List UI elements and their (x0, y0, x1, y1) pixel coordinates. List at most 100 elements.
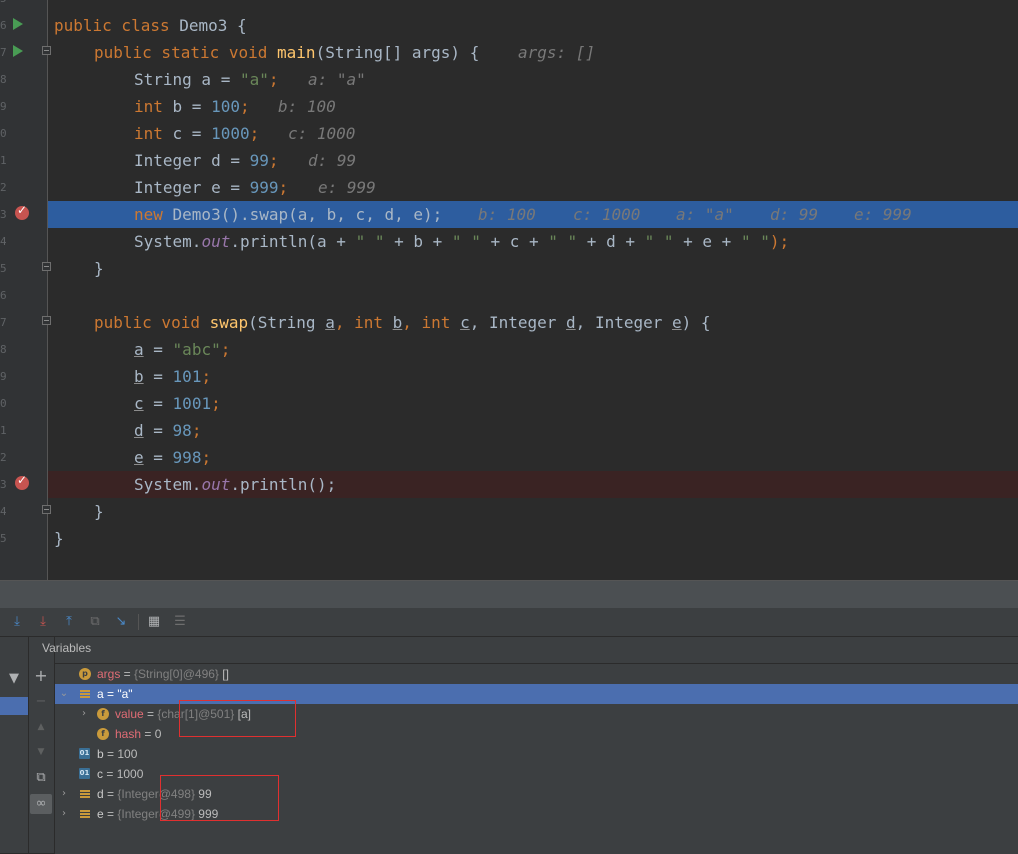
number-literal: 998 (172, 448, 202, 467)
semicolon: ; (201, 367, 212, 386)
code-line[interactable]: c = 1001; (48, 390, 1018, 417)
move-down-icon[interactable]: ▼ (30, 742, 52, 762)
code-text: , (334, 313, 355, 332)
expand-arrow-icon[interactable]: › (79, 704, 89, 724)
object-icon (79, 808, 91, 820)
code-text: Integer e = (134, 178, 250, 197)
variables-tree[interactable]: p args = {String[0]@496} [] ⌄ a = "a" › … (55, 663, 1018, 854)
primitive-icon: 01 (79, 768, 90, 779)
code-line[interactable]: d = 98; (48, 417, 1018, 444)
line-number: 5 (0, 0, 6, 5)
variable-value: "a" (117, 687, 133, 701)
parameter-icon: p (79, 668, 91, 680)
code-text: } (94, 259, 104, 278)
code-line[interactable]: e = 998; (48, 444, 1018, 471)
copy-icon[interactable]: ⧉ (30, 768, 52, 788)
line-number: 4 (0, 505, 6, 518)
code-text: ); (769, 232, 790, 251)
code-text: Demo3().swap(a, b, c, d, e); (172, 205, 443, 224)
move-up-icon[interactable]: ▲ (30, 717, 52, 737)
static-field: out (201, 232, 231, 251)
variable-name: a (97, 687, 104, 701)
keyword: public class (54, 16, 180, 35)
run-to-cursor-icon[interactable]: ↘ (112, 613, 130, 631)
inline-debug-value: c: 1000 (288, 124, 356, 143)
breakpoint-icon[interactable] (15, 473, 29, 490)
breakpoint-line[interactable]: System.out.println(); (48, 471, 1018, 498)
code-line[interactable]: b = 101; (48, 363, 1018, 390)
code-editor[interactable]: 5 6 7 8 9 0 1 2 3 4 5 6 7 8 9 0 1 2 3 4 … (0, 0, 1018, 580)
code-line[interactable]: String a = "a"; a: "a" (48, 66, 1018, 93)
code-text: ) { (681, 313, 711, 332)
string-literal: " " (740, 232, 770, 251)
collapse-arrow-icon[interactable]: ⌄ (59, 684, 69, 704)
code-text: Integer d = (134, 151, 250, 170)
variable-name: b (97, 747, 104, 761)
inline-debug-value: c: 1000 (573, 205, 641, 224)
keyword: new (134, 205, 173, 224)
code-line[interactable]: public static void main(String[] args) {… (48, 39, 1018, 66)
code-line[interactable]: Integer d = 99; d: 99 (48, 147, 1018, 174)
variable-name: d (97, 787, 104, 801)
step-out-icon[interactable]: ⤒ (60, 613, 78, 631)
editor-gutter[interactable]: 5 6 7 8 9 0 1 2 3 4 5 6 7 8 9 0 1 2 3 4 … (0, 0, 51, 580)
code-line[interactable]: } (48, 498, 1018, 525)
code-line[interactable]: int c = 1000; c: 1000 (48, 120, 1018, 147)
variable-type: {String[0]@496} (134, 667, 219, 681)
line-number: 5 (0, 262, 6, 275)
code-text: c = (172, 124, 212, 143)
variable-row[interactable]: p args = {String[0]@496} [] (55, 664, 1018, 684)
annotation-box (179, 700, 296, 737)
trace-icon[interactable]: ☰ (171, 613, 189, 631)
filter-icon[interactable]: ▼ (3, 669, 25, 689)
semicolon: ; (268, 70, 279, 89)
selected-frame-marker[interactable] (0, 697, 28, 715)
code-text: (String[] args) { (315, 43, 480, 62)
code-line[interactable]: a = "abc"; (48, 336, 1018, 363)
step-into-icon[interactable]: ⤓ (8, 613, 26, 631)
debugger-toolbar: ⤓ ⤓ ⤒ ⧉ ↘ ▦ ☰ (0, 608, 1018, 637)
semicolon: ; (220, 340, 231, 359)
line-number: 0 (0, 127, 6, 140)
code-line[interactable]: public class Demo3 { (48, 12, 1018, 39)
inline-debug-value: d: 99 (308, 151, 357, 170)
show-watches-icon[interactable]: ∞ (30, 794, 52, 814)
remove-watch-icon[interactable]: − (30, 692, 52, 712)
evaluate-expression-icon[interactable]: ▦ (145, 613, 163, 631)
drop-frame-icon[interactable]: ⧉ (86, 613, 104, 631)
line-number: 8 (0, 343, 6, 356)
add-watch-icon[interactable]: + (30, 666, 52, 686)
line-number: 8 (0, 73, 6, 86)
code-line[interactable]: System.out.println(a + " " + b + " " + c… (48, 228, 1018, 255)
current-execution-line[interactable]: new Demo3().swap(a, b, c, d, e); b: 100 … (48, 201, 1018, 228)
code-text: String a = (134, 70, 240, 89)
code-text: + d + (577, 232, 645, 251)
code-line[interactable]: Integer e = 999; e: 999 (48, 174, 1018, 201)
code-line[interactable]: public void swap(String a, int b, int c,… (48, 309, 1018, 336)
expand-arrow-icon[interactable]: › (59, 784, 69, 804)
variable-row[interactable]: 01 b = 100 (55, 744, 1018, 764)
run-class-icon[interactable] (13, 18, 23, 30)
string-literal: " " (548, 232, 578, 251)
keyword: int (134, 97, 173, 116)
class-name: Demo3 { (179, 16, 247, 35)
code-line[interactable]: } (48, 255, 1018, 282)
variables-toolbar: + − ▲ ▼ ⧉ ∞ (29, 637, 55, 853)
parameter: d (134, 421, 144, 440)
code-text: } (54, 529, 64, 548)
method-name: swap (209, 313, 249, 332)
code-text: , Integer (575, 313, 672, 332)
run-main-icon[interactable] (13, 45, 23, 57)
variables-panel-title: Variables (42, 641, 92, 655)
expand-arrow-icon[interactable]: › (59, 804, 69, 824)
breakpoint-icon[interactable] (15, 203, 29, 220)
code-line[interactable]: } (48, 525, 1018, 552)
keyword: int (354, 313, 393, 332)
parameter: a (325, 313, 335, 332)
variable-value: 1000 (116, 767, 144, 781)
number-literal: 101 (172, 367, 202, 386)
object-icon (79, 788, 91, 800)
variable-value: 0 (154, 727, 162, 741)
force-step-into-icon[interactable]: ⤓ (34, 613, 52, 631)
code-line[interactable]: int b = 100; b: 100 (48, 93, 1018, 120)
